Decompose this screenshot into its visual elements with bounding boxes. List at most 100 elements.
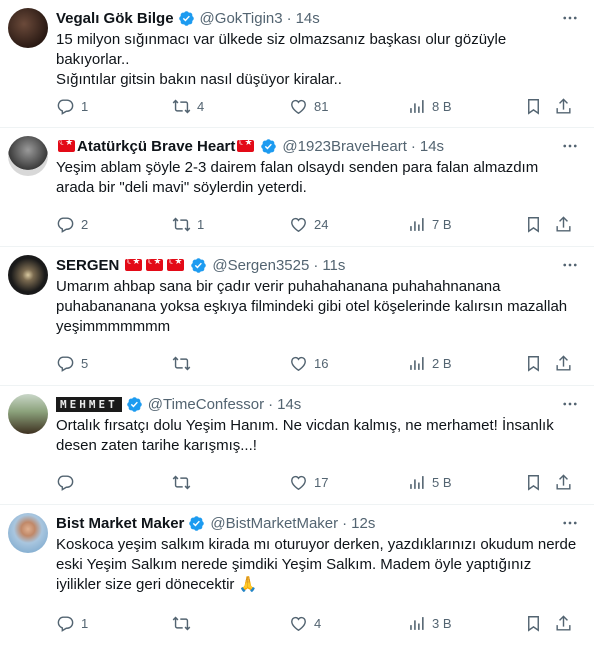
tweet-header: Atatürkçü Brave Heart @1923BraveHeart · … <box>56 136 580 156</box>
timestamp[interactable]: 14s <box>296 10 320 27</box>
tweet-text: Koskoca yeşim salkım kirada mı oturuyor … <box>56 536 581 593</box>
reply-button[interactable] <box>56 473 81 492</box>
avatar[interactable] <box>8 8 48 48</box>
bookmark-button[interactable] <box>524 97 543 116</box>
tweet-actions: 1 4 81 8 B <box>56 96 580 116</box>
retweet-button[interactable]: 1 <box>172 215 204 234</box>
retweet-button[interactable] <box>172 614 197 633</box>
verified-badge-icon <box>261 138 277 154</box>
verified-badge-icon <box>189 515 205 531</box>
timestamp[interactable]: 11s <box>322 257 345 274</box>
share-icon <box>556 97 571 114</box>
turkey-flag-icon <box>58 137 75 152</box>
author-handle[interactable]: @BistMarketMaker <box>210 515 338 532</box>
tweet[interactable]: SERGEN @Sergen3525 · 11s Umarım ahbap sa… <box>0 247 594 386</box>
views-button[interactable]: 5 B <box>407 473 452 492</box>
share-button[interactable] <box>554 354 573 373</box>
tweet[interactable]: Vegalı Gök Bilge @GokTigin3 · 14s 15 mil… <box>0 0 594 128</box>
reply-icon <box>57 474 74 491</box>
verified-badge-icon <box>126 396 142 412</box>
share-button[interactable] <box>554 97 573 116</box>
tweet[interactable]: Bist Market Maker @BistMarketMaker · 12s… <box>0 505 594 645</box>
turkey-flag-icon <box>125 256 143 271</box>
author-handle[interactable]: @TimeConfessor <box>148 396 264 413</box>
bookmark-button[interactable] <box>524 614 543 633</box>
bookmark-button[interactable] <box>524 354 543 373</box>
views-count: 8 B <box>432 98 452 114</box>
like-button[interactable]: 81 <box>289 97 328 116</box>
more-icon[interactable] <box>560 8 580 28</box>
like-button[interactable]: 16 <box>289 354 328 373</box>
bookmark-icon <box>528 615 539 632</box>
author-name[interactable]: MEHMET <box>56 396 122 412</box>
views-count: 7 B <box>432 216 452 232</box>
views-icon <box>410 616 424 630</box>
like-icon <box>291 616 306 631</box>
bookmark-button[interactable] <box>524 473 543 492</box>
share-button[interactable] <box>554 215 573 234</box>
avatar[interactable] <box>8 513 48 553</box>
views-count: 2 B <box>432 355 452 371</box>
verified-badge-icon <box>178 10 194 26</box>
more-icon[interactable] <box>560 255 580 275</box>
timestamp[interactable]: 14s <box>420 138 444 155</box>
share-button[interactable] <box>554 473 573 492</box>
like-count: 16 <box>314 355 329 371</box>
tweet[interactable]: Atatürkçü Brave Heart @1923BraveHeart · … <box>0 128 594 247</box>
tweet-text: Yeşim ablam şöyle 2-3 dairem falan olsay… <box>56 159 543 196</box>
like-button[interactable]: 24 <box>289 215 328 234</box>
views-button[interactable]: 3 B <box>407 614 452 633</box>
reply-button[interactable]: 1 <box>56 97 88 116</box>
views-button[interactable]: 2 B <box>407 354 452 373</box>
author-name[interactable]: SERGEN <box>56 257 119 274</box>
verified-badge-icon <box>191 257 207 273</box>
like-icon <box>291 356 306 371</box>
bookmark-icon <box>528 98 539 115</box>
timestamp[interactable]: 12s <box>351 515 375 532</box>
more-icon[interactable] <box>560 394 580 414</box>
share-button[interactable] <box>554 614 573 633</box>
tweet-text: Ortalık fırsatçı dolu Yeşim Hanım. Ne vi… <box>56 417 558 454</box>
more-icon[interactable] <box>560 513 580 533</box>
like-button[interactable]: 4 <box>289 614 321 633</box>
timestamp[interactable]: 14s <box>277 396 301 413</box>
views-icon <box>410 99 424 113</box>
more-icon[interactable] <box>560 136 580 156</box>
tweet[interactable]: MEHMET @TimeConfessor · 14s Ortalık fırs… <box>0 386 594 505</box>
separator: · <box>410 137 416 155</box>
avatar[interactable] <box>8 394 48 434</box>
tweet-header: MEHMET @TimeConfessor · 14s <box>56 394 580 414</box>
author-handle[interactable]: @1923BraveHeart <box>282 138 406 155</box>
tweet-header: SERGEN @Sergen3525 · 11s <box>56 255 580 275</box>
reply-count: 1 <box>81 98 89 114</box>
share-icon <box>556 354 571 371</box>
bookmark-button[interactable] <box>524 215 543 234</box>
retweet-button[interactable] <box>172 354 197 373</box>
reply-icon <box>57 216 74 233</box>
avatar[interactable] <box>8 255 48 295</box>
author-name[interactable]: Atatürkçü Brave Heart <box>77 138 235 155</box>
reply-icon <box>57 98 74 115</box>
reply-count: 5 <box>81 355 89 371</box>
like-button[interactable]: 17 <box>289 473 328 492</box>
retweet-button[interactable] <box>172 473 197 492</box>
author-name[interactable]: Vegalı Gök Bilge <box>56 10 174 27</box>
author-handle[interactable]: @GokTigin3 <box>200 10 283 27</box>
reply-count: 2 <box>81 216 89 232</box>
reply-button[interactable]: 1 <box>56 614 88 633</box>
views-button[interactable]: 7 B <box>407 215 452 234</box>
author-handle[interactable]: @Sergen3525 <box>212 257 309 274</box>
retweet-button[interactable]: 4 <box>172 97 204 116</box>
like-count: 4 <box>314 615 322 631</box>
avatar[interactable] <box>8 136 48 176</box>
reply-button[interactable]: 2 <box>56 215 88 234</box>
tweet-header: Vegalı Gök Bilge @GokTigin3 · 14s <box>56 8 580 28</box>
bookmark-icon <box>528 216 539 233</box>
separator: · <box>286 9 292 27</box>
like-count: 81 <box>314 98 329 114</box>
author-name[interactable]: Bist Market Maker <box>56 515 184 532</box>
reply-button[interactable]: 5 <box>56 354 88 373</box>
views-button[interactable]: 8 B <box>407 97 452 116</box>
tweet-actions: 17 5 B <box>56 472 580 492</box>
like-icon <box>291 475 306 490</box>
